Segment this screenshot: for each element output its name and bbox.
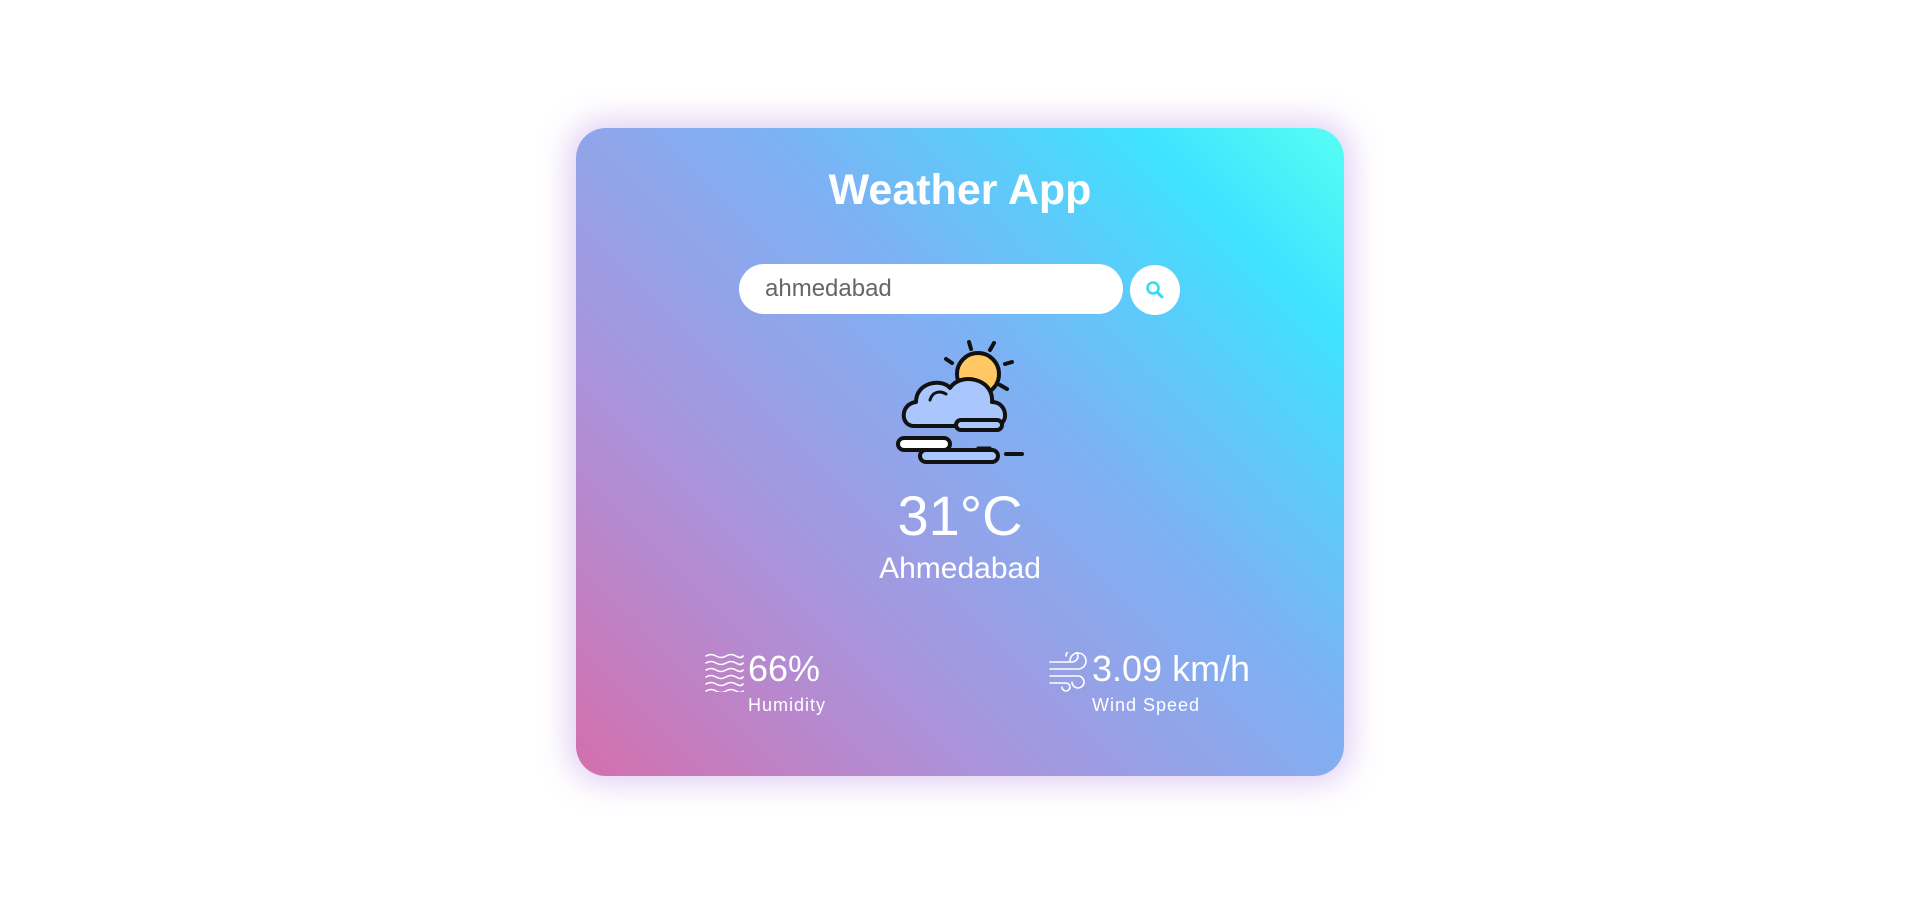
wind-speed-value: 3.09 km/h <box>1092 648 1251 689</box>
temperature: 31°C <box>897 484 1023 547</box>
city-name: Ahmedabad <box>879 552 1041 585</box>
wind-speed-label: Wind Speed <box>1092 695 1201 715</box>
wind-icon <box>1049 652 1087 692</box>
humidity-waves-icon <box>705 653 744 692</box>
humidity-label: Humidity <box>748 695 827 715</box>
humidity-value: 66% <box>748 648 821 689</box>
city-search-input[interactable] <box>739 264 1123 314</box>
search-button[interactable] <box>1130 265 1180 315</box>
app-title: Weather App <box>828 166 1092 214</box>
weather-card: Weather App 31°C Ahmedabad <box>576 128 1344 776</box>
partly-cloudy-sun-icon <box>896 340 1024 464</box>
search-icon <box>1146 281 1164 299</box>
